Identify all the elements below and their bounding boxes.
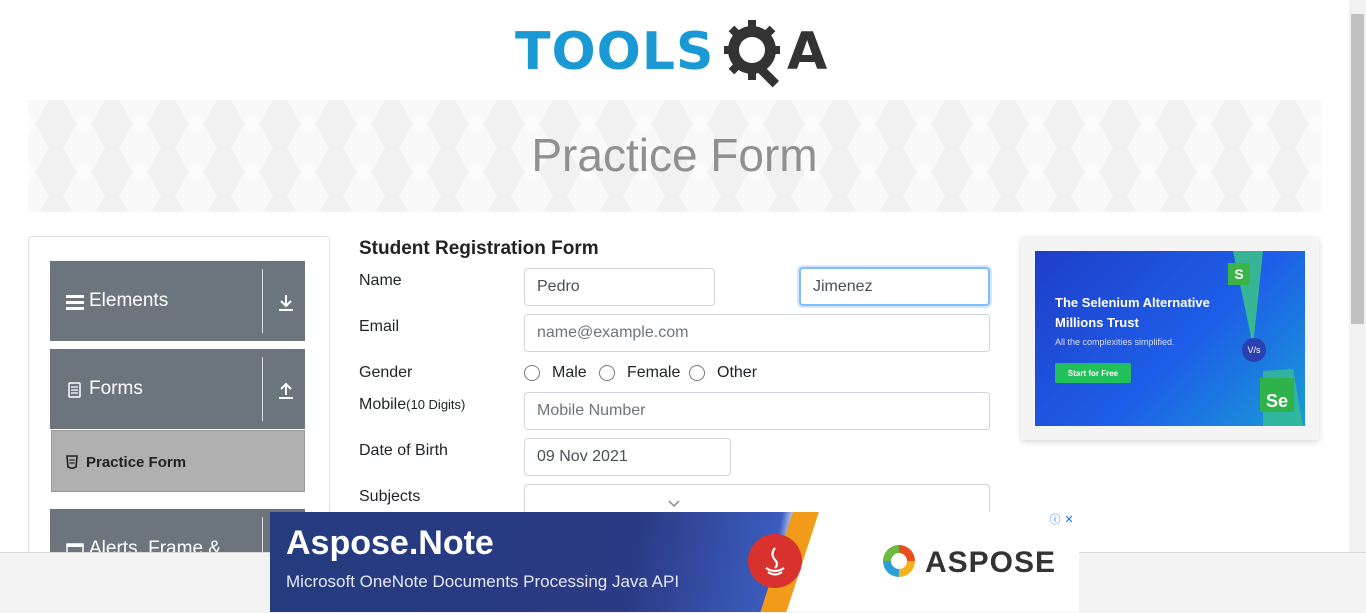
sidebar-item-practice-form[interactable]: Practice Form (51, 430, 305, 492)
sidebar-group-label: Elements (89, 290, 169, 311)
mobile-label-text: Mobile (359, 396, 407, 413)
list-icon (66, 295, 84, 310)
page-title: Practice Form (531, 129, 818, 181)
radio-circle[interactable] (599, 365, 615, 381)
chevron-down-icon (668, 500, 680, 508)
sidebar-group-forms[interactable]: Forms (50, 349, 305, 429)
dob-input[interactable]: 09 Nov 2021 (524, 438, 731, 476)
aspose-logo-icon (883, 545, 915, 577)
email-label: Email (359, 318, 400, 335)
divider (262, 357, 263, 421)
mobile-label: Mobile(10 Digits) (359, 396, 465, 414)
aspose-brand: ASPOSE (925, 546, 1057, 579)
page-banner: Practice Form (28, 100, 1321, 212)
sidebar-group-elements[interactable]: Elements (50, 261, 305, 341)
toolsqa-logo[interactable]: TOOLS A (515, 16, 839, 90)
sidebar-group-label: Forms (89, 378, 143, 399)
subjects-label: Subjects (359, 488, 421, 505)
gear-magnifier-icon (724, 20, 780, 88)
radio-label[interactable]: Female (627, 364, 680, 382)
ad-title: Aspose.Note (286, 524, 494, 562)
bottom-advertisement[interactable]: Aspose.Note Microsoft OneNote Documents … (270, 512, 1079, 612)
gender-radio-other[interactable]: Other (689, 364, 757, 382)
badge-s: S (1228, 263, 1250, 285)
info-icon[interactable]: ⓘ (1048, 512, 1062, 526)
gender-label: Gender (359, 364, 413, 381)
dob-label: Date of Birth (359, 442, 448, 459)
radio-label[interactable]: Male (552, 364, 587, 382)
vs-badge: V/s (1242, 338, 1266, 362)
upload-arrow-icon (279, 382, 293, 399)
mobile-hint: (10 Digits) (406, 397, 466, 412)
ad-banner[interactable]: S V/s Se The Selenium Alternative Millio… (1035, 251, 1305, 426)
radio-circle[interactable] (524, 365, 540, 381)
mobile-input[interactable]: Mobile Number (524, 392, 990, 430)
logo-letter-a: A (787, 22, 828, 82)
close-icon[interactable]: ✕ (1062, 512, 1076, 526)
document-icon (68, 382, 81, 398)
form-title: Student Registration Form (359, 238, 599, 259)
logo-text: TOOLS (515, 22, 715, 82)
gender-radio-male[interactable]: Male (524, 364, 587, 382)
ad-headline: The Selenium Alternative Millions Trust (1055, 295, 1210, 330)
gender-radio-female[interactable]: Female (599, 364, 680, 382)
start-for-free-button[interactable]: Start for Free (1055, 363, 1131, 383)
ad-controls[interactable]: ⓘ ✕ (1048, 512, 1078, 526)
sidebar-item-label: Practice Form (86, 454, 187, 471)
form-icon (66, 455, 78, 469)
radio-label[interactable]: Other (717, 364, 757, 382)
radio-circle[interactable] (689, 365, 705, 381)
right-advertisement[interactable]: S V/s Se The Selenium Alternative Millio… (1021, 237, 1319, 440)
selenium-badge: Se (1260, 378, 1294, 412)
ad-subline: All the complexities simplified. (1055, 337, 1175, 347)
java-icon (748, 534, 802, 588)
download-arrow-icon (279, 295, 293, 311)
scrollbar-thumb[interactable] (1351, 14, 1364, 324)
last-name-input[interactable]: Jimenez (799, 267, 990, 306)
ad-subtitle: Microsoft OneNote Documents Processing J… (286, 572, 680, 591)
first-name-input[interactable]: Pedro (524, 268, 715, 306)
name-label: Name (359, 272, 402, 289)
divider (262, 269, 263, 333)
email-input[interactable]: name@example.com (524, 314, 990, 352)
